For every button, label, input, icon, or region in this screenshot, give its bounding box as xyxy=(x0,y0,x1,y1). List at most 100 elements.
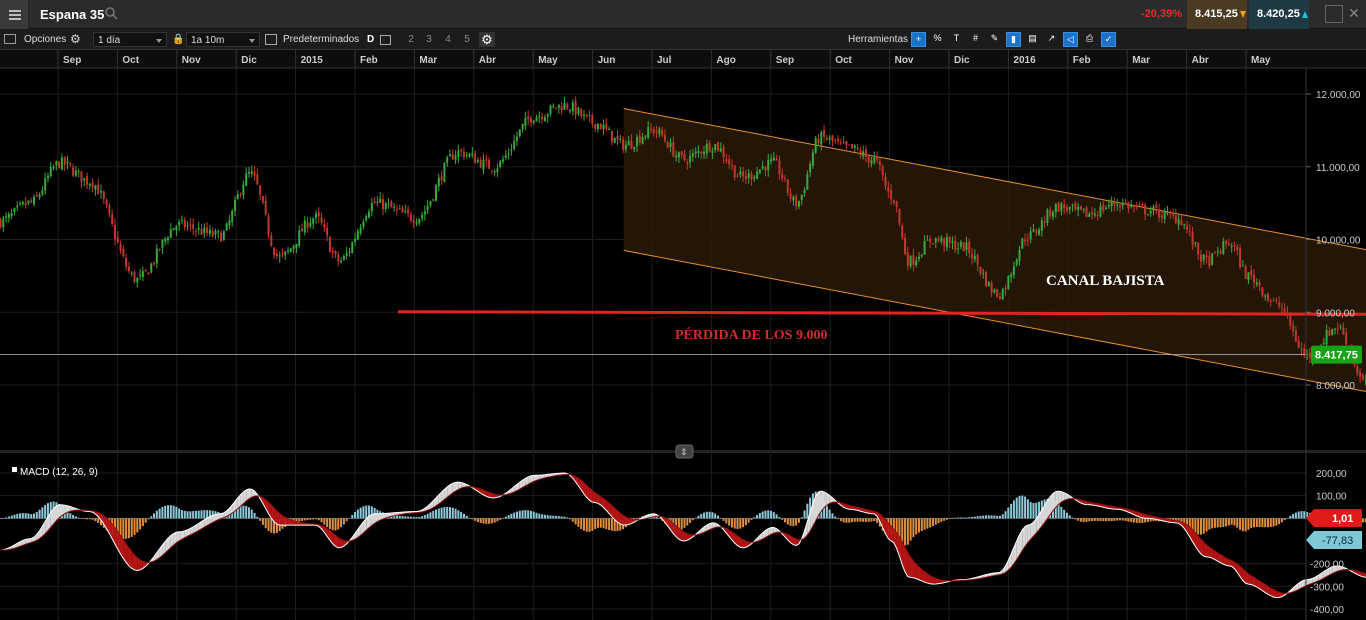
search-icon[interactable] xyxy=(104,6,118,20)
candle-icon[interactable]: ▮ xyxy=(1006,32,1021,47)
macd-histogram-bar xyxy=(432,510,435,519)
candle-down xyxy=(1292,325,1295,332)
print-icon[interactable]: ⎙ xyxy=(1082,32,1097,47)
month-label: Dic xyxy=(954,55,970,66)
candle-up xyxy=(1012,266,1015,276)
tag-icon[interactable]: ◁ xyxy=(1063,32,1078,47)
buy-price-button[interactable]: 8.420,25 xyxy=(1249,0,1309,29)
candle-down xyxy=(331,250,334,253)
candle-down xyxy=(1141,204,1144,207)
resize-arrows-icon: ⇕ xyxy=(680,448,688,458)
bars-compare-icon[interactable]: ▤ xyxy=(1025,32,1040,47)
candle-down xyxy=(574,100,577,115)
presets-button[interactable]: Predeterminados xyxy=(283,32,359,47)
candle-down xyxy=(781,173,784,179)
macd-histogram-bar xyxy=(1202,518,1205,534)
hamburger-menu-icon[interactable] xyxy=(0,0,29,29)
layout-4[interactable]: 4 xyxy=(440,32,456,47)
gear-icon[interactable]: ⚙ xyxy=(70,32,81,47)
macd-histogram-bar xyxy=(164,505,167,519)
candle-up xyxy=(552,106,555,108)
macd-histogram-bar xyxy=(247,507,250,519)
chart-area[interactable]: ⇕ Sep Oct Nov Dic 2015 Feb Mar Abr May Jun Jul Ago S… xyxy=(0,50,1366,620)
candle-up xyxy=(772,157,775,161)
candle-up xyxy=(697,151,700,153)
crosshair-icon[interactable]: + xyxy=(911,32,926,47)
macd-histogram-bar xyxy=(479,518,482,523)
timeframe-select[interactable]: 1 día xyxy=(93,32,167,47)
macd-histogram-bar xyxy=(1269,518,1272,528)
candle-up xyxy=(214,230,217,235)
close-icon[interactable]: ✕ xyxy=(1345,5,1363,23)
macd-histogram-bar xyxy=(253,512,256,519)
candle-down xyxy=(834,140,837,142)
candle-up xyxy=(577,107,580,114)
candle-up xyxy=(1052,212,1055,217)
candle-up xyxy=(1116,204,1119,206)
candle-down xyxy=(275,253,278,256)
grid-icon[interactable]: # xyxy=(968,32,983,47)
candle-down xyxy=(585,114,588,116)
candle-up xyxy=(74,170,77,176)
range-value: 1a 10m xyxy=(191,35,225,46)
calendar-icon[interactable] xyxy=(265,34,277,45)
chart-layout-d[interactable]: D xyxy=(367,32,374,47)
candle-down xyxy=(742,171,745,177)
draw-icon[interactable]: ✎ xyxy=(987,32,1002,47)
candle-up xyxy=(465,154,468,156)
popout-icon[interactable] xyxy=(1325,5,1343,23)
macd-histogram-bar xyxy=(1261,518,1264,528)
candle-up xyxy=(186,225,189,227)
descending-channel xyxy=(623,108,1366,393)
candle-up xyxy=(454,155,457,160)
candle-down xyxy=(239,193,242,195)
chart-canvas[interactable]: ⇕ Sep Oct Nov Dic 2015 Feb Mar Abr May Jun Jul Ago S… xyxy=(0,50,1366,620)
candle-up xyxy=(370,202,373,212)
candle-up xyxy=(1010,274,1013,278)
candle-up xyxy=(448,154,451,157)
month-label: Mar xyxy=(1132,55,1150,66)
macd-histogram-bar xyxy=(97,518,100,523)
candle-down xyxy=(837,139,840,142)
candle-down xyxy=(845,141,848,146)
candle-up xyxy=(636,137,639,147)
macd-histogram-bar xyxy=(689,518,692,523)
candle-down xyxy=(119,243,122,251)
macd-histogram-bar xyxy=(1300,511,1303,519)
instrument-name[interactable]: Espana 35 xyxy=(40,7,104,22)
candle-up xyxy=(658,128,661,134)
macd-histogram-bar xyxy=(700,513,703,519)
macd-histogram-bar xyxy=(728,518,731,526)
layout-3[interactable]: 3 xyxy=(421,32,437,47)
candle-down xyxy=(1091,212,1094,215)
gear-icon[interactable]: ⚙ xyxy=(479,32,495,47)
macd-histogram-bar xyxy=(250,509,253,519)
layout-2[interactable]: 2 xyxy=(403,32,419,47)
line-chart-icon[interactable]: ↗ xyxy=(1044,32,1059,47)
range-select[interactable]: 1a 10m xyxy=(186,32,260,47)
macd-histogram-bar xyxy=(608,518,611,530)
candle-up xyxy=(351,242,354,253)
macd-histogram-bar xyxy=(993,515,996,519)
candle-up xyxy=(49,167,52,177)
macd-histogram-bar xyxy=(144,518,147,523)
macd-histogram-bar xyxy=(761,511,764,519)
candle-up xyxy=(33,196,36,205)
layout-5[interactable]: 5 xyxy=(459,32,475,47)
candle-up xyxy=(423,211,426,215)
percent-icon[interactable]: % xyxy=(930,32,945,47)
candle-down xyxy=(580,108,583,117)
candle-down xyxy=(1227,243,1230,246)
lock-icon[interactable]: 🔒 xyxy=(172,32,184,47)
layout-icon[interactable] xyxy=(4,34,16,44)
candle-up xyxy=(820,132,823,145)
options-button[interactable]: Opciones xyxy=(24,32,66,47)
new-window-icon[interactable] xyxy=(380,35,391,45)
settings-wrench-icon[interactable]: ✓ xyxy=(1101,32,1116,47)
text-size-icon[interactable]: T xyxy=(949,32,964,47)
macd-histogram-bar xyxy=(795,518,798,526)
candle-down xyxy=(1233,244,1236,247)
sell-price-button[interactable]: 8.415,25 xyxy=(1187,0,1247,29)
candle-up xyxy=(705,143,708,154)
macd-histogram-bar xyxy=(1177,518,1180,521)
